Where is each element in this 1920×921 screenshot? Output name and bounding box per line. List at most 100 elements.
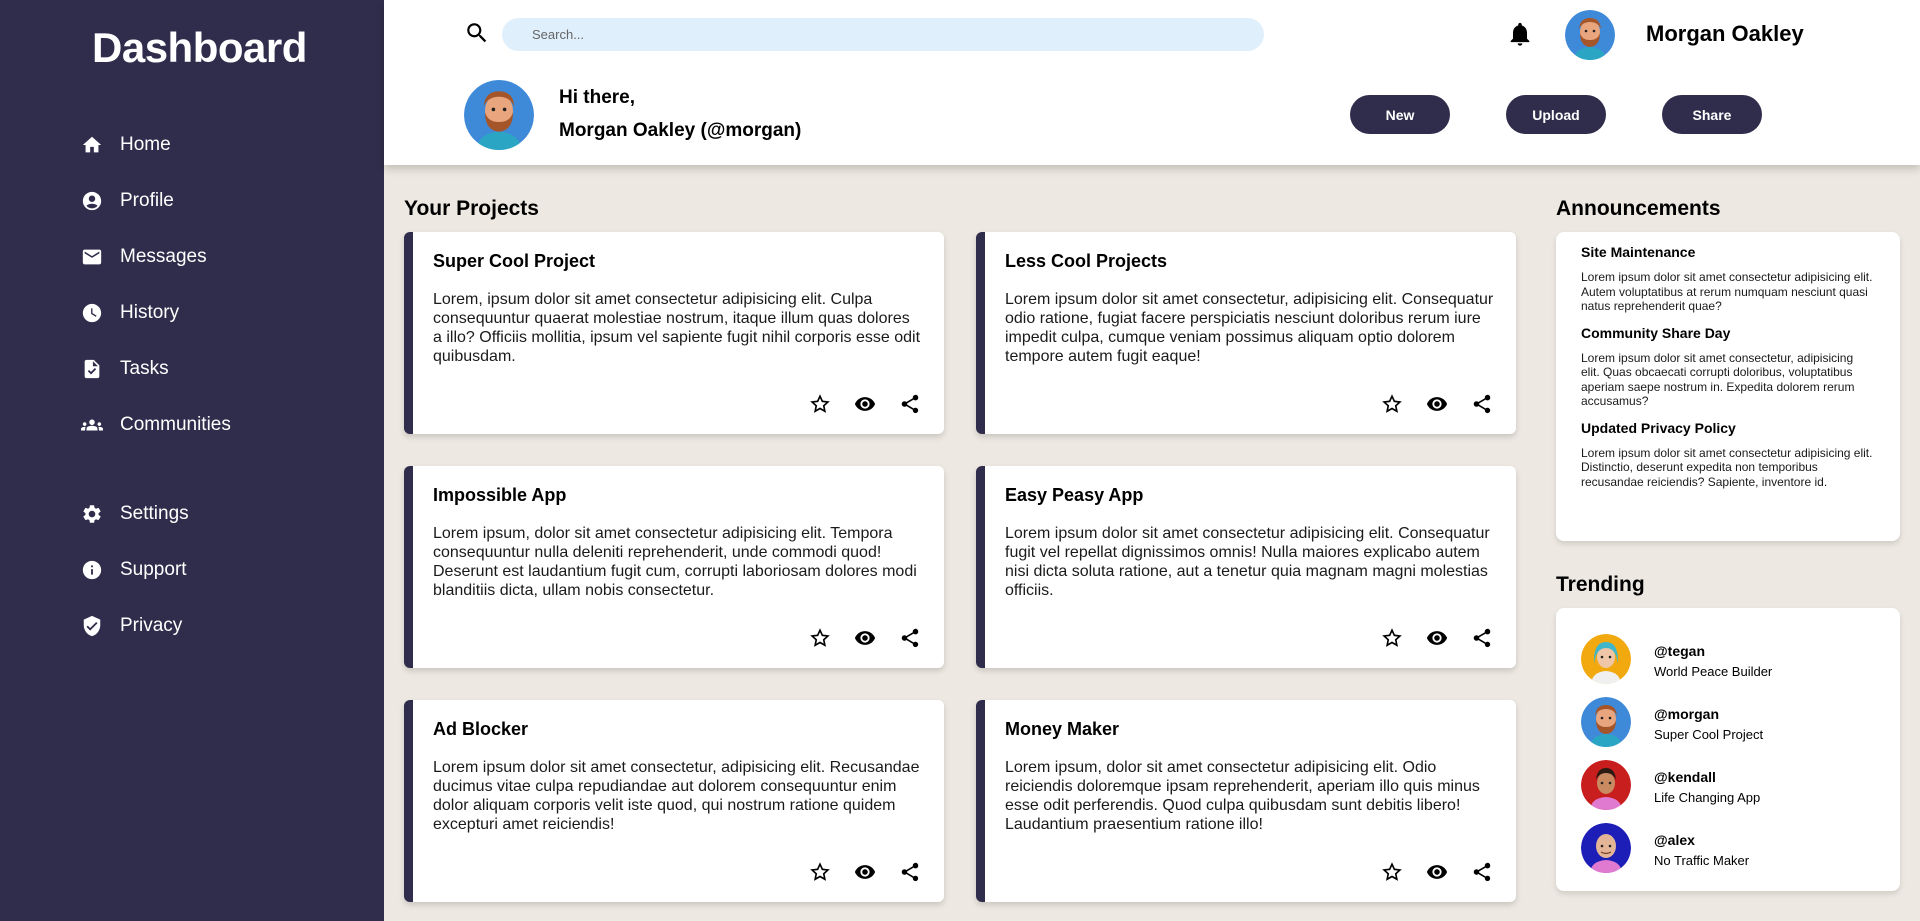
trending-item[interactable]: @morgan Super Cool Project [1581,697,1881,747]
sidebar-item-label: Tasks [120,358,169,379]
shield-check-icon [80,614,104,638]
project-card[interactable]: Ad Blocker Lorem ipsum dolor sit amet con… [404,700,944,902]
project-card[interactable]: Easy Peasy App Lorem ipsum dolor sit amet… [976,466,1516,668]
avatar [1581,760,1631,810]
project-actions [808,860,922,884]
home-icon [80,133,104,157]
sidebar-item-settings[interactable]: Settings [80,486,360,542]
announcement-item: Site Maintenance Lorem ipsum dolor sit a… [1581,244,1875,314]
project-description: Lorem ipsum dolor sit amet consectetur a… [1005,525,1490,599]
eye-icon[interactable] [1425,626,1449,650]
sidebar-item-profile[interactable]: Profile [80,173,360,229]
upload-button[interactable]: Upload [1506,95,1606,134]
announcement-title: Updated Privacy Policy [1581,419,1736,436]
sidebar-item-history[interactable]: History [80,285,360,341]
project-actions [808,392,922,416]
project-actions [808,626,922,650]
sidebar-item-privacy[interactable]: Privacy [80,598,360,654]
brand-title: Dashboard [92,24,307,71]
eye-icon[interactable] [1425,860,1449,884]
trending-handle: @kendall [1654,769,1716,785]
star-icon[interactable] [1380,626,1404,650]
avatar [1581,697,1631,747]
project-card[interactable]: Money Maker Lorem ipsum, dolor sit amet c… [976,700,1516,902]
profile-avatar [464,80,534,150]
avatar[interactable] [1565,10,1615,60]
sidebar-item-tasks[interactable]: Tasks [80,341,360,397]
trending-item[interactable]: @alex No Traffic Maker [1581,823,1881,873]
sidebar-item-label: Settings [120,503,189,524]
sidebar: Dashboard Home Profile Messages History … [0,0,384,921]
search-icon[interactable] [464,20,490,46]
project-card[interactable]: Less Cool Projects Lorem ipsum dolor sit … [976,232,1516,434]
sidebar-item-label: Support [120,559,187,580]
projects-title: Your Projects [404,197,539,220]
trending-panel: @tegan World Peace Builder @morgan Super… [1556,608,1900,891]
project-title[interactable]: Money Maker [1005,719,1119,740]
secondary-nav: Settings Support Privacy [80,486,360,654]
star-icon[interactable] [1380,860,1404,884]
share-icon[interactable] [898,392,922,416]
share-button[interactable]: Share [1662,95,1762,134]
star-icon[interactable] [808,626,832,650]
trending-handle: @alex [1654,832,1695,848]
trending-project: Super Cool Project [1654,727,1764,742]
sidebar-item-label: History [120,302,180,323]
star-icon[interactable] [1380,392,1404,416]
share-icon[interactable] [1470,626,1494,650]
project-title[interactable]: Less Cool Projects [1005,251,1167,272]
sidebar-item-support[interactable]: Support [80,542,360,598]
clock-icon [80,301,104,325]
announcement-title: Site Maintenance [1581,244,1696,260]
eye-icon[interactable] [853,860,877,884]
project-description: Lorem ipsum, dolor sit amet consectetur … [433,525,917,599]
info-icon [80,558,104,582]
announcements-title: Announcements [1556,197,1721,220]
project-description: Lorem ipsum dolor sit amet consectetur, … [1005,291,1494,365]
group-icon [80,413,104,437]
user-name[interactable]: Morgan Oakley [1646,21,1804,47]
avatar [1581,634,1631,684]
avatar [1581,823,1631,873]
sidebar-item-label: Messages [120,246,207,267]
sidebar-item-messages[interactable]: Messages [80,229,360,285]
sidebar-item-label: Profile [120,190,174,211]
announcement-item: Community Share Day Lorem ipsum dolor si… [1581,325,1875,409]
search-input[interactable] [502,18,1264,51]
project-title[interactable]: Easy Peasy App [1005,485,1143,506]
eye-icon[interactable] [853,626,877,650]
share-icon[interactable] [1470,860,1494,884]
trending-project: Life Changing App [1654,790,1761,805]
trending-handle: @tegan [1654,643,1705,659]
trending-item[interactable]: @kendall Life Changing App [1581,760,1881,810]
new-button[interactable]: New [1350,95,1450,134]
project-card[interactable]: Impossible App Lorem ipsum, dolor sit ame… [404,466,944,668]
eye-icon[interactable] [853,392,877,416]
announcement-body: Lorem ipsum dolor sit amet consectetur a… [1581,445,1873,489]
project-title[interactable]: Impossible App [433,485,566,506]
project-actions [1380,860,1494,884]
sidebar-item-communities[interactable]: Communities [80,397,360,453]
share-icon[interactable] [1470,392,1494,416]
star-icon[interactable] [808,860,832,884]
trending-handle: @morgan [1654,706,1719,722]
task-file-icon [80,357,104,381]
project-title[interactable]: Ad Blocker [433,719,528,740]
project-card[interactable]: Super Cool Project Lorem, ipsum dolor sit… [404,232,944,434]
primary-nav: Home Profile Messages History Tasks Comm… [80,117,360,453]
bell-icon[interactable] [1506,20,1534,48]
announcements-panel: Site Maintenance Lorem ipsum dolor sit a… [1556,232,1900,541]
share-icon[interactable] [898,626,922,650]
announcement-title: Community Share Day [1581,324,1731,341]
star-icon[interactable] [808,392,832,416]
project-actions [1380,626,1494,650]
project-title[interactable]: Super Cool Project [433,251,595,272]
share-icon[interactable] [898,860,922,884]
trending-item[interactable]: @tegan World Peace Builder [1581,634,1881,684]
eye-icon[interactable] [1425,392,1449,416]
sidebar-item-home[interactable]: Home [80,117,360,173]
account-circle-icon [80,189,104,213]
sidebar-item-label: Privacy [120,615,183,636]
sidebar-item-label: Home [120,134,171,155]
announcement-body: Lorem ipsum dolor sit amet consectetur, … [1581,350,1855,409]
